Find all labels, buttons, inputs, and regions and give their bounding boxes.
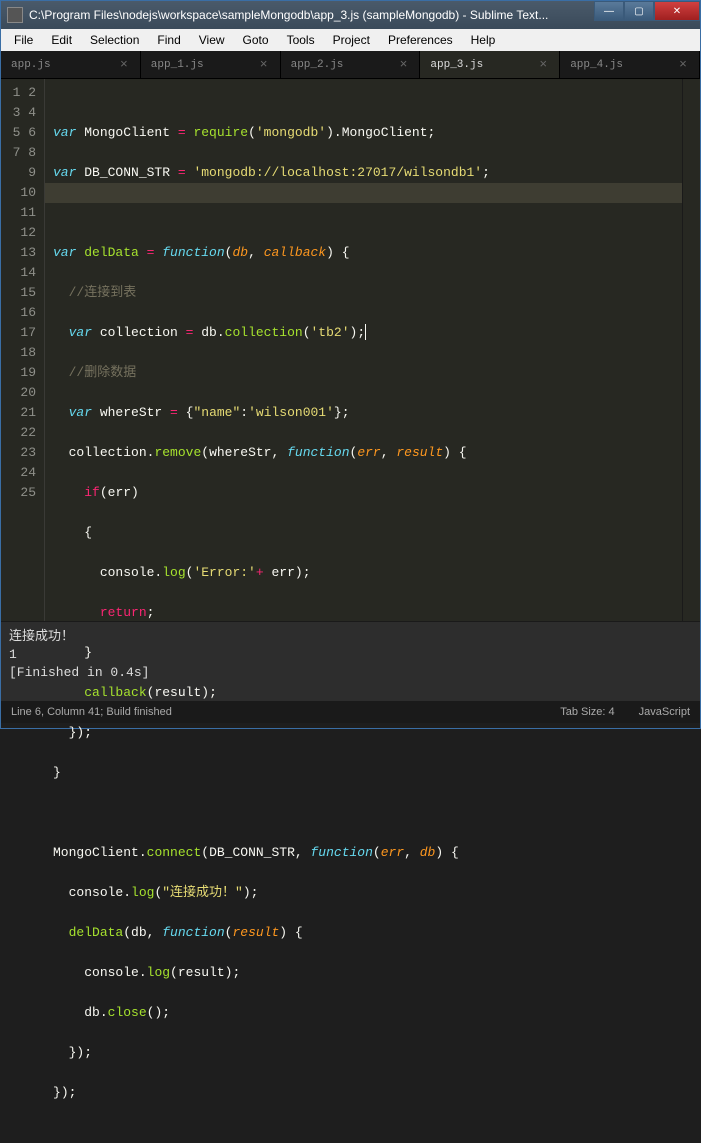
console-line: 1 — [9, 647, 17, 662]
menu-file[interactable]: File — [5, 31, 42, 49]
tab-label: app_4.js — [570, 59, 623, 71]
tab-label: app_3.js — [430, 59, 483, 71]
menu-selection[interactable]: Selection — [81, 31, 148, 49]
tab-label: app.js — [11, 59, 51, 71]
menu-tools[interactable]: Tools — [278, 31, 324, 49]
menu-edit[interactable]: Edit — [42, 31, 81, 49]
tab-app-js[interactable]: app.js × — [1, 51, 141, 78]
titlebar: C:\Program Files\nodejs\workspace\sample… — [1, 1, 700, 29]
text-cursor — [365, 324, 366, 340]
menu-goto[interactable]: Goto — [234, 31, 278, 49]
menu-find[interactable]: Find — [148, 31, 189, 49]
menu-help[interactable]: Help — [462, 31, 505, 49]
close-icon[interactable]: × — [118, 57, 130, 72]
tab-app-4-js[interactable]: app_4.js × — [560, 51, 700, 78]
gutter: 1 2 3 4 5 6 7 8 9 10 11 12 13 14 15 16 1… — [1, 79, 45, 621]
maximize-button[interactable]: ▢ — [624, 1, 654, 21]
tab-label: app_2.js — [291, 59, 344, 71]
window-controls: — ▢ ✕ — [594, 1, 700, 23]
tab-label: app_1.js — [151, 59, 204, 71]
minimap[interactable] — [682, 79, 700, 621]
close-icon[interactable]: × — [537, 57, 549, 72]
menu-preferences[interactable]: Preferences — [379, 31, 462, 49]
menu-view[interactable]: View — [190, 31, 234, 49]
tab-app-1-js[interactable]: app_1.js × — [141, 51, 281, 78]
tab-app-3-js[interactable]: app_3.js × — [420, 51, 560, 78]
close-icon[interactable]: × — [677, 57, 689, 72]
close-button[interactable]: ✕ — [654, 1, 700, 21]
current-line-highlight — [45, 183, 682, 203]
menu-project[interactable]: Project — [324, 31, 379, 49]
minimize-button[interactable]: — — [594, 1, 624, 21]
tab-app-2-js[interactable]: app_2.js × — [281, 51, 421, 78]
close-icon[interactable]: × — [258, 57, 270, 72]
app-icon — [7, 7, 23, 23]
code-area[interactable]: var MongoClient = require('mongodb').Mon… — [45, 79, 682, 621]
close-icon[interactable]: × — [398, 57, 410, 72]
menubar: File Edit Selection Find View Goto Tools… — [1, 29, 700, 51]
editor[interactable]: 1 2 3 4 5 6 7 8 9 10 11 12 13 14 15 16 1… — [1, 79, 700, 621]
tabbar: app.js × app_1.js × app_2.js × app_3.js … — [1, 51, 700, 79]
